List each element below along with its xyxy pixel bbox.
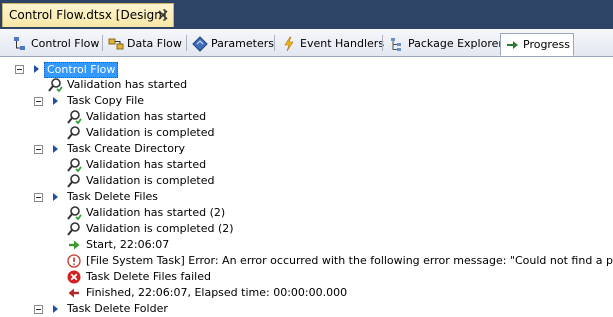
event-handlers-icon [284,36,294,52]
validation-completed-icon [67,222,80,236]
expand-arrow-icon [34,65,39,73]
expand-arrow-icon [53,193,58,201]
validation-completed-icon [67,126,80,140]
tree-message-row: Validation is completed [0,173,613,189]
tab-parameters[interactable]: Parameters [188,32,274,54]
tree-message-row: [File System Task] Error: An error occur… [0,253,613,269]
document-tab[interactable]: Control Flow.dtsx [Design] [2,3,174,27]
tree-message-row: Task Delete Files failed [0,269,613,285]
tab-control-flow[interactable]: Control Flow [8,32,100,54]
task-row[interactable]: Task Delete Files [0,189,613,205]
validation-started-icon [67,110,82,125]
tree-root-label[interactable]: Control Flow [44,62,119,78]
document-tab-strip: Control Flow.dtsx [Design] [0,0,613,29]
control-flow-icon [14,37,25,50]
tree-message-row: Validation is completed (2) [0,221,613,237]
document-tab-title: Control Flow.dtsx [Design] [9,8,167,22]
collapse-icon[interactable] [15,65,24,74]
package-explorer-icon [391,38,401,51]
tab-data-flow[interactable]: Data Flow [104,32,184,54]
expand-arrow-icon [53,305,58,313]
tree-message-row: Validation has started [0,77,613,93]
collapse-icon[interactable] [34,193,43,202]
tree-message-row: Validation has started [0,109,613,125]
tree-message-row: Start, 22:06:07 [0,237,613,253]
warning-info-icon [67,254,81,268]
task-row[interactable]: Task Create Directory [0,141,613,157]
task-row[interactable]: Task Copy File [0,93,613,109]
parameters-icon [192,36,208,52]
close-icon[interactable] [157,9,169,21]
progress-tree: Control Flow Validation has started Task… [0,57,613,315]
tab-progress[interactable]: Progress [500,33,574,56]
validation-started-icon [67,158,82,173]
finished-arrow-icon [68,288,79,298]
progress-icon [507,41,518,49]
validation-started-icon [67,206,82,221]
tree-root-row[interactable]: Control Flow [0,61,613,78]
validation-icon [48,78,63,93]
tree-message-row: Validation has started [0,157,613,173]
tab-event-handlers[interactable]: Event Handlers [277,32,384,54]
collapse-icon[interactable] [34,145,43,154]
expand-arrow-icon [53,97,58,105]
tab-package-explorer[interactable]: Package Explorer [385,32,503,54]
designer-tabs-toolbar: Control Flow Data Flow Parameters Event … [0,29,613,57]
data-flow-icon [108,38,124,50]
expand-arrow-icon [53,145,58,153]
collapse-icon[interactable] [34,97,43,106]
task-row[interactable]: Task Delete Folder [0,301,613,317]
tree-message-row: Validation has started (2) [0,205,613,221]
error-icon [67,270,81,284]
start-arrow-icon [69,240,80,250]
validation-completed-icon [67,174,80,188]
tree-message-row: Finished, 22:06:07, Elapsed time: 00:00:… [0,285,613,301]
tree-message-row: Validation is completed [0,125,613,141]
